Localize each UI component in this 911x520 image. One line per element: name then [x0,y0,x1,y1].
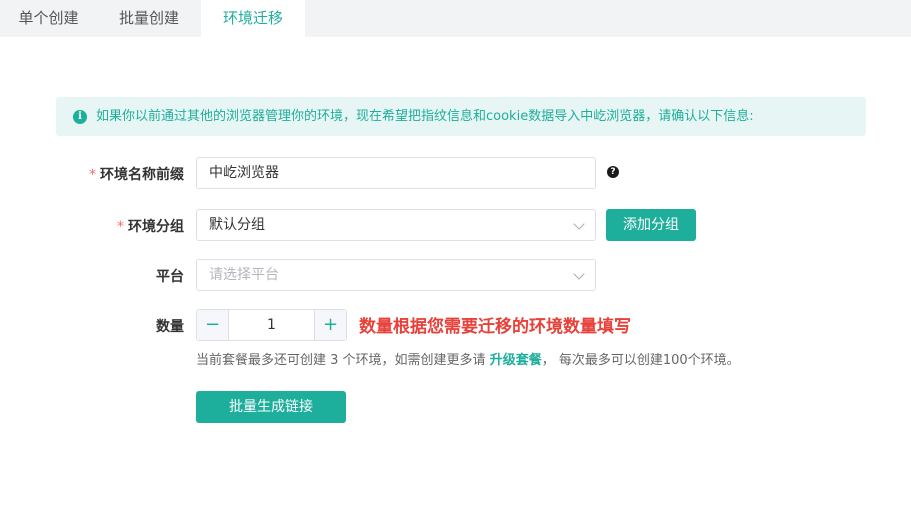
group-label-text: 环境分组 [128,219,184,235]
name-prefix-value: 中屹浏览器 [209,165,279,181]
increment-button[interactable]: + [314,310,346,340]
upgrade-plan-link[interactable]: 升级套餐 [490,353,542,368]
quota-hint: 当前套餐最多还可创建 3 个环境，如需创建更多请 升级套餐， 每次最多可以创建1… [196,349,740,368]
required-mark: * [89,167,96,183]
hint-text-before: 当前套餐最多还可创建 3 个环境，如需创建更多请 [196,353,486,368]
decrement-button[interactable]: − [197,310,229,340]
platform-label-text: 平台 [156,269,184,285]
quantity-label: 数量 [54,316,184,336]
platform-select[interactable]: 请选择平台 [196,259,596,291]
tab-environment-migration[interactable]: 环境迁移 [201,0,305,37]
quantity-annotation: 数量根据您需要迁移的环境数量填写 [359,317,631,337]
tab-batch-create[interactable]: 批量创建 [97,0,201,37]
group-select-value: 默认分组 [209,217,265,233]
quantity-input[interactable]: 1 [229,310,314,340]
group-label: * 环境分组 [54,216,184,236]
platform-select-placeholder: 请选择平台 [209,267,279,283]
chevron-down-icon [573,268,585,280]
tab-single-create[interactable]: 单个创建 [0,0,97,37]
name-prefix-input[interactable]: 中屹浏览器 [196,157,596,189]
hint-text-after: ， 每次最多可以创建100个环境。 [541,353,740,368]
add-group-button[interactable]: 添加分组 [606,209,696,241]
platform-label: 平台 [54,266,184,286]
name-prefix-label-text: 环境名称前缀 [100,167,184,183]
quantity-stepper: − 1 + [196,309,347,341]
required-mark: * [117,219,124,235]
info-icon: i [73,110,87,124]
chevron-down-icon [573,218,585,230]
batch-generate-link-button[interactable]: 批量生成链接 [196,391,346,423]
group-select[interactable]: 默认分组 [196,209,596,241]
quantity-label-text: 数量 [156,319,184,335]
alert-text: 如果你以前通过其他的浏览器管理你的环境，现在希望把指纹信息和cookie数据导入… [96,109,754,124]
tab-bar: 单个创建 批量创建 环境迁移 [0,0,911,37]
name-prefix-label: * 环境名称前缀 [54,164,184,184]
info-alert: i 如果你以前通过其他的浏览器管理你的环境，现在希望把指纹信息和cookie数据… [56,97,866,136]
question-icon[interactable]: ? [607,166,619,178]
